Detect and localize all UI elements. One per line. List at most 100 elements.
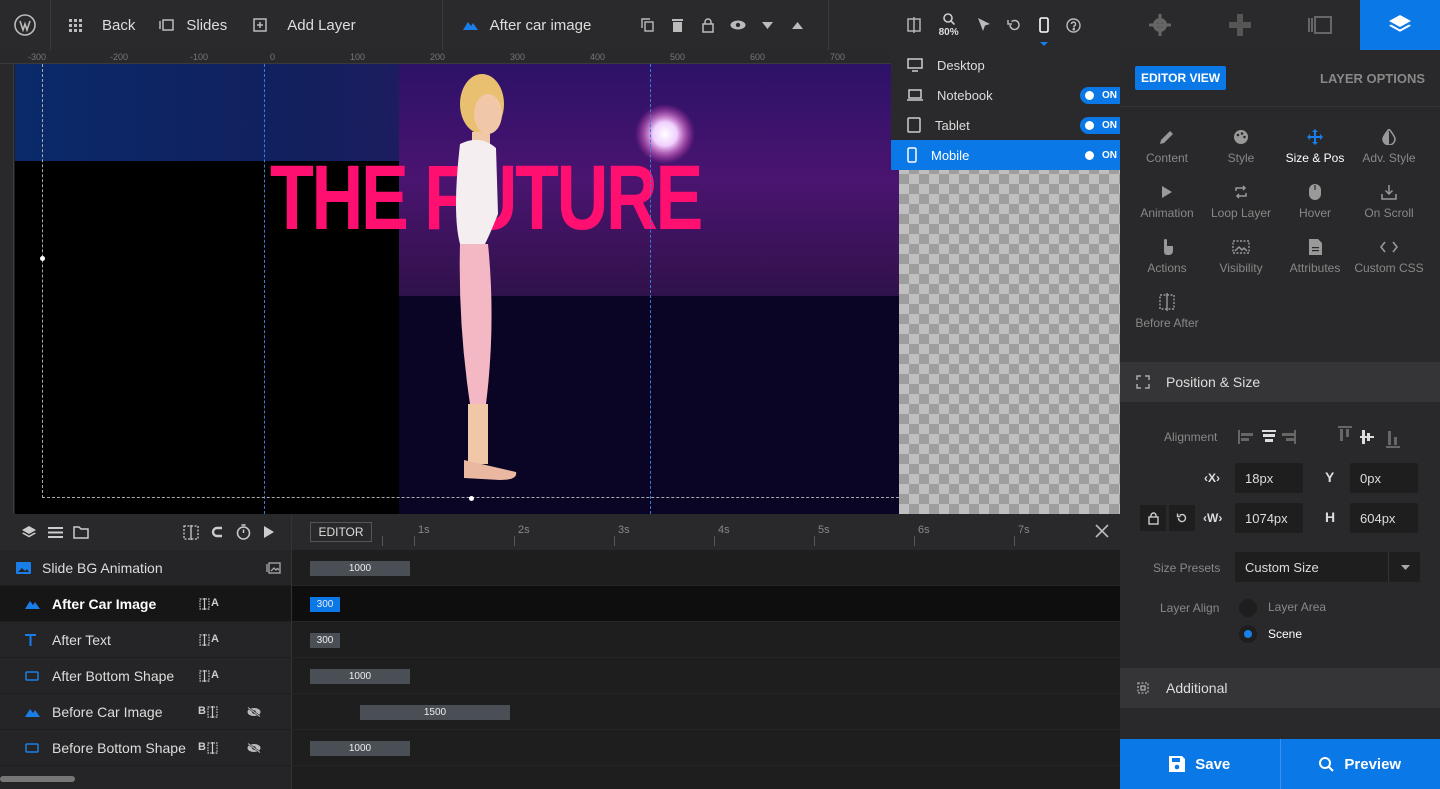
timeline-area: EDITOR 1s 2s 3s 4s 5s 6s 7s 1000 300 300 1000 1500…	[291, 514, 1120, 789]
option-style[interactable]: Style	[1204, 119, 1278, 174]
layer-row[interactable]: Slide BG Animation	[0, 550, 291, 586]
zoom-control[interactable]: 80%	[929, 0, 969, 50]
editor-tag[interactable]: EDITOR	[310, 522, 372, 542]
option-visibility[interactable]: Visibility	[1204, 229, 1278, 284]
option-custom-css[interactable]: Custom CSS	[1352, 229, 1426, 284]
device-tablet[interactable]: Tablet ON	[891, 110, 1120, 140]
slides-button[interactable]: Slides	[145, 0, 237, 50]
save-button[interactable]: Save	[1120, 739, 1280, 789]
timeline-lane: 1000	[292, 658, 1120, 694]
tab-navigation[interactable]	[1200, 0, 1280, 50]
option-size-pos[interactable]: Size & Pos	[1278, 119, 1352, 174]
resize-handle[interactable]	[40, 256, 45, 261]
option-attributes[interactable]: Attributes	[1278, 229, 1352, 284]
tab-layers[interactable]	[1360, 0, 1440, 50]
list-icon[interactable]	[42, 514, 68, 550]
animation-bar[interactable]: 300	[310, 633, 340, 648]
eye-icon[interactable]	[723, 0, 753, 50]
magnet-icon[interactable]	[204, 514, 230, 550]
tablet-toggle[interactable]: ON	[1080, 116, 1120, 134]
eye-off-icon[interactable]	[247, 742, 261, 753]
stopwatch-icon[interactable]	[230, 514, 256, 550]
caret-up-icon[interactable]	[783, 0, 813, 50]
compare-icon[interactable]	[899, 0, 929, 50]
gallery-icon[interactable]	[266, 561, 281, 574]
lock-ratio-icon[interactable]	[1140, 505, 1166, 531]
wordpress-icon[interactable]	[0, 0, 50, 50]
notebook-toggle[interactable]: ON	[1080, 86, 1120, 104]
before-after-control[interactable]: B	[198, 705, 219, 718]
width-field[interactable]: 1074px	[1235, 503, 1303, 533]
height-field[interactable]: 604px	[1350, 503, 1418, 533]
option-actions[interactable]: Actions	[1130, 229, 1204, 284]
back-button[interactable]: Back	[51, 0, 145, 50]
animation-bar[interactable]: 1500	[360, 705, 510, 720]
eye-off-icon[interactable]	[247, 706, 261, 717]
layer-row[interactable]: After Bottom Shape A	[0, 658, 291, 694]
alignment-label: Alignment	[1164, 430, 1218, 444]
tab-slide-settings[interactable]	[1120, 0, 1200, 50]
horizontal-align-icons[interactable]	[1238, 428, 1318, 446]
duplicate-icon[interactable]	[633, 0, 663, 50]
option-animation[interactable]: Animation	[1130, 174, 1204, 229]
cursor-icon[interactable]	[969, 0, 999, 50]
scene-radio[interactable]	[1239, 625, 1257, 643]
before-after-control[interactable]: A	[198, 597, 219, 610]
option-before-after[interactable]: Before After	[1130, 284, 1204, 339]
additional-header[interactable]: Additional	[1120, 668, 1440, 708]
layer-row[interactable]: After Text A	[0, 622, 291, 658]
vertical-align-icons[interactable]	[1338, 426, 1408, 448]
loop-icon	[1234, 183, 1248, 201]
layer-row[interactable]: After Car Image A	[0, 586, 291, 622]
current-layer[interactable]: After car image	[443, 0, 633, 50]
mobile-device-icon[interactable]	[1029, 0, 1059, 50]
before-after-control[interactable]: A	[198, 633, 219, 646]
mobile-toggle[interactable]: ON	[1080, 146, 1120, 164]
play-icon[interactable]	[256, 514, 282, 550]
layers-icon[interactable]	[16, 514, 42, 550]
y-field[interactable]: 0px	[1350, 463, 1418, 493]
horizontal-scrollbar[interactable]	[0, 776, 75, 782]
layer-options-label: LAYER OPTIONS	[1320, 70, 1425, 86]
trash-icon[interactable]	[663, 0, 693, 50]
option-adv-style[interactable]: Adv. Style	[1352, 119, 1426, 174]
tab-slides[interactable]	[1280, 0, 1360, 50]
animation-bar[interactable]: 300	[310, 597, 340, 612]
layer-area-radio[interactable]	[1239, 599, 1257, 617]
option-loop-layer[interactable]: Loop Layer	[1204, 174, 1278, 229]
option-hover[interactable]: Hover	[1278, 174, 1352, 229]
x-field[interactable]: 18px	[1235, 463, 1303, 493]
size-presets-select[interactable]: Custom Size	[1235, 552, 1420, 582]
position-size-header[interactable]: Position & Size	[1120, 362, 1440, 402]
undo-icon[interactable]	[999, 0, 1029, 50]
device-mobile[interactable]: Mobile ON	[891, 140, 1120, 170]
split-icon[interactable]	[178, 514, 204, 550]
add-layer-button[interactable]: Add Layer	[237, 0, 365, 50]
folder-icon[interactable]	[68, 514, 94, 550]
layer-name: Before Car Image	[52, 703, 163, 720]
caret-down-icon[interactable]	[753, 0, 783, 50]
additional-title: Additional	[1166, 680, 1228, 696]
device-notebook[interactable]: Notebook ON	[891, 80, 1120, 110]
before-after-control[interactable]: A	[198, 669, 219, 682]
animation-bar[interactable]: 1000	[310, 669, 410, 684]
animation-bar[interactable]: 1000	[310, 741, 410, 756]
magnifier-icon	[942, 12, 955, 25]
resize-handle[interactable]	[469, 496, 474, 501]
reset-icon[interactable]	[1169, 505, 1195, 531]
preview-button[interactable]: Preview	[1279, 739, 1440, 789]
grid-icon	[69, 18, 82, 32]
lock-icon[interactable]	[693, 0, 723, 50]
laptop-icon	[907, 89, 923, 101]
toggle-label: ON	[1102, 89, 1117, 101]
close-icon[interactable]	[1095, 524, 1109, 538]
help-icon[interactable]	[1059, 0, 1089, 50]
animation-bar[interactable]: 1000	[310, 561, 410, 576]
option-on-scroll[interactable]: On Scroll	[1352, 174, 1426, 229]
layer-row[interactable]: Before Bottom Shape B	[0, 730, 291, 766]
layer-row[interactable]: Before Car Image B	[0, 694, 291, 730]
device-desktop[interactable]: Desktop	[891, 50, 1120, 80]
before-after-control[interactable]: B	[198, 741, 219, 754]
option-content[interactable]: Content	[1130, 119, 1204, 174]
editor-view-button[interactable]: EDITOR VIEW	[1135, 66, 1227, 90]
